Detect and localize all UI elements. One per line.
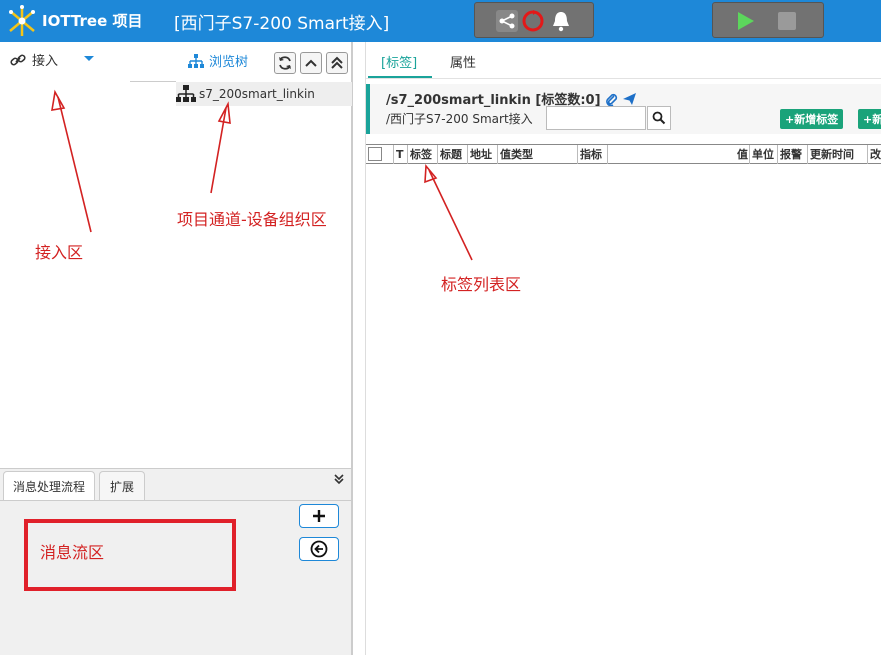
- iottree-logo-icon: [9, 5, 35, 36]
- header-tool-group: [474, 2, 594, 38]
- add-flow-button[interactable]: [299, 504, 339, 528]
- access-tab[interactable]: 接入: [10, 50, 58, 69]
- project-channel-area-label: 项目通道-设备组织区: [177, 210, 327, 229]
- browse-tree-button[interactable]: 浏览树: [188, 51, 248, 70]
- node-path: /西门子S7-200 Smart接入: [386, 112, 533, 126]
- tab-message-flow[interactable]: 消息处理流程: [3, 471, 95, 501]
- col-modify: 改: [870, 148, 881, 161]
- tag-table-header: T 标签 标题 地址 值类型 指标 值 单位 报警 更新时间 改: [366, 144, 881, 164]
- message-flow-area-label: 消息流区: [40, 543, 105, 562]
- bell-icon[interactable]: [549, 9, 573, 33]
- tag-search-input[interactable]: [546, 106, 646, 130]
- col-address: 地址: [468, 145, 498, 164]
- tag-list-area-label: 标签列表区: [441, 275, 522, 294]
- col-value: 值: [608, 145, 750, 164]
- app-header: IOTTree 项目 [西门子S7-200 Smart接入]: [0, 0, 881, 42]
- share-icon[interactable]: [495, 9, 519, 33]
- search-icon: [652, 111, 666, 125]
- col-title: 标题: [438, 145, 468, 164]
- collapse-all-button[interactable]: [326, 52, 348, 74]
- link-icon: [10, 54, 26, 65]
- add-tag-button[interactable]: +新增标签: [780, 109, 844, 129]
- select-all-checkbox[interactable]: [368, 147, 382, 161]
- tab-label: 扩展: [109, 480, 134, 494]
- tab-extension[interactable]: 扩展: [99, 471, 145, 501]
- col-t: T: [394, 145, 408, 164]
- message-flow-panel: 消息处理流程 扩展 消息流区: [0, 468, 353, 655]
- tab-tags[interactable]: [标签]: [381, 52, 417, 71]
- chevron-up-icon: [305, 59, 317, 67]
- col-indicator: 指标: [578, 145, 608, 164]
- run-controls: [712, 2, 824, 38]
- import-flow-button[interactable]: [299, 537, 339, 561]
- app-name: IOTTree 项目: [42, 12, 143, 30]
- divider: [0, 500, 351, 501]
- message-flow-area-highlight: 消息流区: [24, 519, 236, 591]
- caret-down-icon[interactable]: [84, 56, 94, 61]
- tree-node-label: s7_200smart_linkin: [199, 87, 315, 101]
- device-tree-icon: [176, 85, 196, 102]
- col-update-time: 更新时间: [808, 145, 868, 164]
- refresh-button[interactable]: [274, 52, 296, 74]
- stop-icon[interactable]: [775, 9, 799, 33]
- col-alarm: 报警: [778, 145, 808, 164]
- col-unit: 单位: [750, 145, 778, 164]
- collapse-button[interactable]: [300, 52, 322, 74]
- send-icon[interactable]: [622, 92, 637, 106]
- search-button[interactable]: [647, 106, 671, 130]
- divider: [366, 78, 881, 79]
- add-more-button[interactable]: +新: [858, 109, 881, 129]
- double-chevron-down-icon[interactable]: [333, 473, 345, 489]
- tab-properties[interactable]: 属性: [450, 52, 476, 71]
- reload-icon[interactable]: [521, 9, 545, 33]
- project-title: [西门子S7-200 Smart接入]: [174, 14, 390, 34]
- play-icon[interactable]: [733, 9, 757, 33]
- tag-panel: [标签] 属性 /s7_200smart_linkin [标签数:0] /西门子…: [365, 42, 881, 655]
- tab-label: 消息处理流程: [12, 480, 85, 494]
- plus-icon: [313, 510, 325, 522]
- access-area-label: 接入区: [35, 243, 84, 262]
- tree-node-channel[interactable]: s7_200smart_linkin: [176, 82, 352, 106]
- access-tab-label: 接入: [32, 54, 59, 69]
- col-value-type: 值类型: [498, 145, 578, 164]
- col-tag: 标签: [408, 145, 438, 164]
- select-all-cell: [366, 145, 394, 164]
- arrow-circle-left-icon: [310, 540, 328, 558]
- double-chevron-up-icon: [331, 56, 343, 69]
- divider: [130, 81, 176, 82]
- paperclip-icon[interactable]: [605, 92, 618, 106]
- sitemap-icon: [188, 53, 204, 68]
- refresh-icon: [279, 56, 291, 70]
- browse-tree-label: 浏览树: [209, 55, 249, 70]
